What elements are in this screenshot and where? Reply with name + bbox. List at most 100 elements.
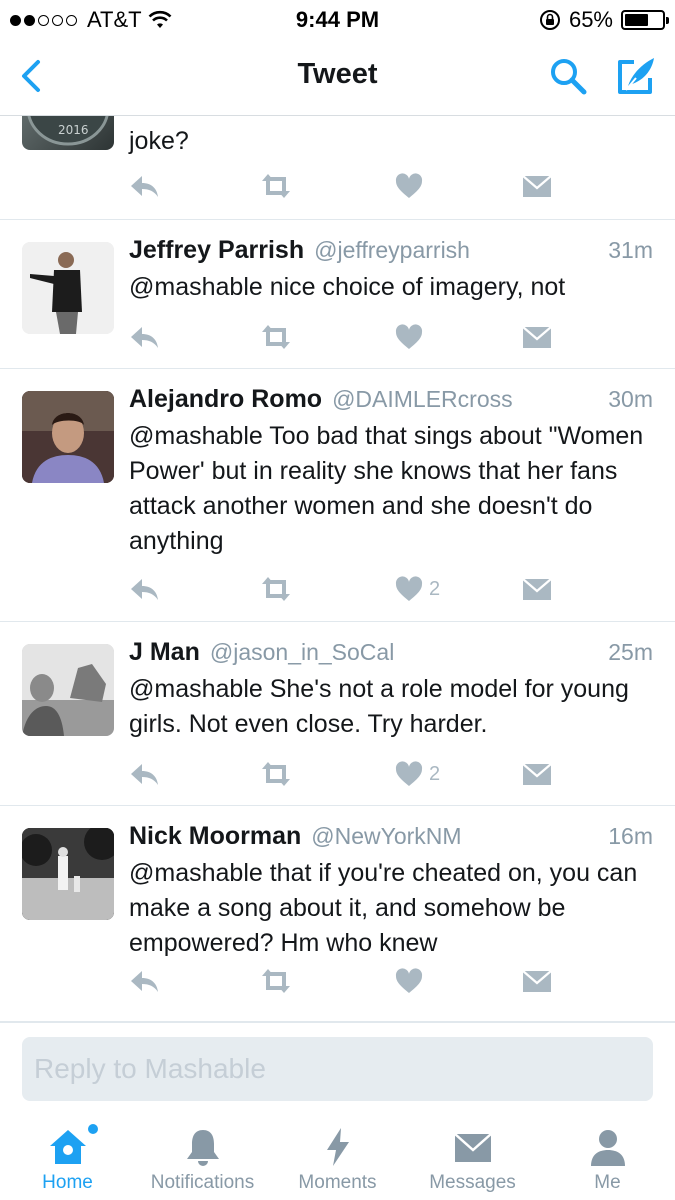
- like-button[interactable]: [395, 170, 429, 202]
- tweet-timestamp: 31m: [608, 237, 653, 263]
- direct-message-button[interactable]: [522, 758, 552, 790]
- tweet-actions: 2: [129, 573, 629, 605]
- tweet-item[interactable]: J Man @jason_in_SoCal 25m @mashable She'…: [0, 622, 675, 806]
- avatar[interactable]: [22, 644, 114, 736]
- reply-button[interactable]: [129, 321, 161, 353]
- reply-icon: [131, 176, 158, 197]
- retweet-button[interactable]: [259, 573, 293, 605]
- tab-moments[interactable]: Moments: [270, 1114, 405, 1200]
- retweet-icon: [262, 577, 290, 601]
- person-icon: [591, 1130, 625, 1166]
- reply-icon: [131, 327, 158, 348]
- avatar[interactable]: 2016: [22, 116, 114, 150]
- tab-label: Moments: [298, 1172, 377, 1193]
- envelope-icon: [522, 175, 552, 197]
- direct-message-button[interactable]: [522, 170, 552, 202]
- like-button[interactable]: [395, 321, 429, 353]
- direct-message-button[interactable]: [522, 573, 552, 605]
- retweet-icon: [262, 762, 290, 786]
- tweet-actions: [129, 965, 629, 997]
- author-name[interactable]: J Man: [129, 638, 200, 667]
- search-icon[interactable]: [546, 54, 590, 98]
- new-content-dot: [88, 1124, 98, 1134]
- author-handle[interactable]: @jason_in_SoCal: [210, 639, 600, 666]
- like-count: 2: [429, 577, 441, 600]
- compose-tweet-icon[interactable]: [612, 52, 660, 100]
- author-name[interactable]: Alejandro Romo: [129, 385, 322, 414]
- tab-me[interactable]: Me: [540, 1114, 675, 1200]
- tweet-item[interactable]: 2016 joke?: [0, 116, 675, 220]
- tweet-text: @mashable She's not a role model for you…: [129, 675, 629, 738]
- tab-label: Messages: [429, 1172, 516, 1193]
- retweet-icon: [262, 174, 290, 198]
- like-button[interactable]: [395, 965, 429, 997]
- retweet-button[interactable]: [259, 170, 293, 202]
- reply-button[interactable]: [129, 170, 161, 202]
- avatar-logo-text: 2016: [58, 123, 89, 137]
- bell-icon: [187, 1130, 219, 1166]
- author-name[interactable]: Nick Moorman: [129, 822, 301, 851]
- heart-icon: [395, 173, 423, 198]
- like-count: 2: [429, 762, 441, 785]
- envelope-icon: [522, 326, 552, 348]
- reply-icon: [131, 764, 158, 785]
- author-handle[interactable]: @DAIMLERcross: [332, 386, 600, 413]
- tweet-actions: [129, 170, 629, 202]
- retweet-icon: [262, 969, 290, 993]
- reply-bar: Reply to Mashable: [0, 1022, 675, 1114]
- tweet-item[interactable]: Jeffrey Parrish @jeffreyparrish 31m @mas…: [0, 220, 675, 369]
- heart-icon: [395, 761, 423, 786]
- tweet-text: joke?: [129, 127, 189, 155]
- avatar[interactable]: [22, 242, 114, 334]
- like-button[interactable]: 2: [395, 758, 440, 790]
- heart-icon: [395, 968, 423, 993]
- tweet-timestamp: 16m: [608, 823, 653, 849]
- home-icon: [50, 1130, 86, 1164]
- tweet-text: @mashable nice choice of imagery, not: [129, 273, 566, 301]
- tweet-text: @mashable Too bad that sings about "Wome…: [129, 422, 644, 555]
- like-button[interactable]: 2: [395, 573, 440, 605]
- tweet-timestamp: 25m: [608, 639, 653, 665]
- retweet-button[interactable]: [259, 965, 293, 997]
- avatar[interactable]: [22, 828, 114, 920]
- heart-icon: [395, 576, 423, 601]
- reply-icon: [131, 971, 158, 992]
- orientation-lock-icon: [539, 10, 560, 30]
- retweet-icon: [262, 325, 290, 349]
- heart-icon: [395, 324, 423, 349]
- tweet-actions: [129, 321, 629, 353]
- tweet-actions: 2: [129, 758, 629, 790]
- envelope-icon: [522, 763, 552, 785]
- battery-group: 65%: [539, 7, 669, 33]
- tab-home[interactable]: Home: [0, 1114, 135, 1200]
- retweet-button[interactable]: [259, 321, 293, 353]
- lightning-icon: [327, 1128, 349, 1166]
- author-handle[interactable]: @jeffreyparrish: [314, 237, 600, 264]
- reply-input[interactable]: Reply to Mashable: [22, 1037, 653, 1101]
- tab-label: Notifications: [150, 1172, 255, 1193]
- reply-button[interactable]: [129, 965, 161, 997]
- tweet-item[interactable]: Alejandro Romo @DAIMLERcross 30m @mashab…: [0, 369, 675, 622]
- tab-notifications[interactable]: Notifications: [135, 1114, 270, 1200]
- nav-bar: Tweet: [0, 40, 675, 116]
- reply-button[interactable]: [129, 573, 161, 605]
- envelope-icon: [522, 578, 552, 600]
- tab-label: Home: [42, 1172, 93, 1193]
- direct-message-button[interactable]: [522, 321, 552, 353]
- envelope-icon: [454, 1133, 492, 1162]
- tweet-item[interactable]: Nick Moorman @NewYorkNM 16m @mashable th…: [0, 806, 675, 1022]
- author-name[interactable]: Jeffrey Parrish: [129, 236, 304, 265]
- status-bar: AT&T 9:44 PM 65%: [0, 0, 675, 40]
- tab-messages[interactable]: Messages: [405, 1114, 540, 1200]
- envelope-icon: [522, 970, 552, 992]
- direct-message-button[interactable]: [522, 965, 552, 997]
- battery-icon: [621, 10, 669, 30]
- reply-feed: 2016 joke? Jeffrey Parrish @jeffreyparri…: [0, 116, 675, 1022]
- author-handle[interactable]: @NewYorkNM: [311, 823, 600, 850]
- reply-icon: [131, 579, 158, 600]
- tweet-text: @mashable that if you're cheated on, you…: [129, 859, 638, 957]
- avatar[interactable]: [22, 391, 114, 483]
- retweet-button[interactable]: [259, 758, 293, 790]
- tweet-timestamp: 30m: [608, 386, 653, 412]
- reply-button[interactable]: [129, 758, 161, 790]
